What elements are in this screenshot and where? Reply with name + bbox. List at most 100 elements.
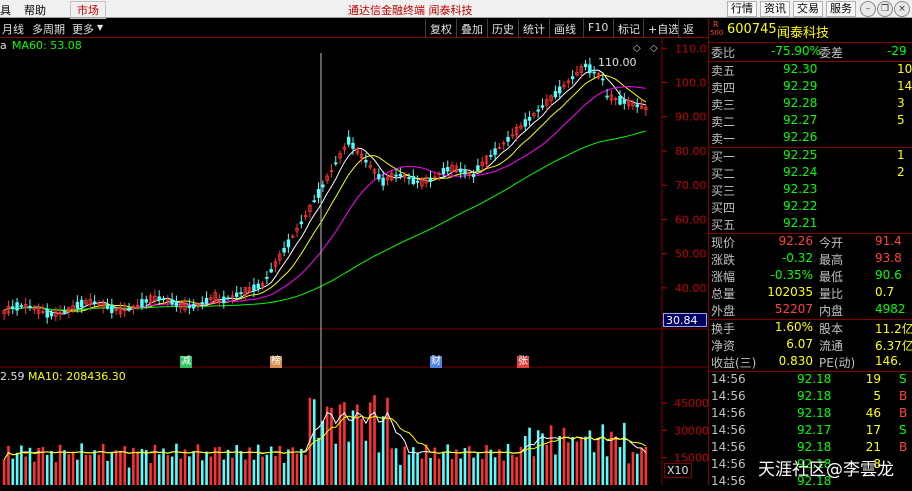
- f10-button[interactable]: F10: [583, 19, 612, 38]
- mark-button[interactable]: 标记: [613, 19, 644, 38]
- ask-row: 卖五 92.30 10: [709, 62, 912, 79]
- tick-row: 14:56 92.17 17 S: [709, 423, 912, 440]
- volume-bar: [80, 443, 83, 485]
- volume-bar: [24, 456, 27, 485]
- volume-bar: [356, 404, 359, 485]
- candle-body: [140, 299, 144, 307]
- volume-bar: [420, 458, 424, 485]
- ask-volume: 3: [897, 96, 905, 110]
- candle-body: [252, 284, 256, 292]
- trade-button[interactable]: 交易: [793, 1, 823, 17]
- volume-bar: [571, 437, 574, 485]
- overlay-button[interactable]: 叠加: [456, 19, 487, 38]
- bid-price[interactable]: 92.25: [783, 148, 817, 162]
- dropdown-icon[interactable]: ▼: [97, 23, 103, 32]
- event-marker-finance[interactable]: 财: [430, 356, 442, 368]
- stats-button[interactable]: 统计: [518, 19, 549, 38]
- stat-label: 外盘: [711, 304, 736, 318]
- fq-button[interactable]: 复权: [425, 19, 456, 38]
- volume-bar: [455, 449, 458, 485]
- candle-body: [407, 177, 411, 180]
- quote-button[interactable]: 行情: [727, 1, 757, 17]
- volume-bar: [601, 424, 605, 485]
- volume-bar: [631, 451, 635, 485]
- volume-bar: [192, 451, 195, 485]
- tick-price: 92.17: [797, 423, 832, 437]
- stat-value: 4982: [875, 302, 906, 316]
- stat-label: 涨跌: [711, 253, 736, 267]
- kline-chart-area[interactable]: 110.0 100.0 90.00 80.00 70.00 60.00 50.00 40.00…: [0, 38, 709, 485]
- volume-bar: [170, 456, 174, 485]
- fund-value: 0.830: [778, 354, 813, 368]
- event-marker-rise[interactable]: 张: [517, 356, 529, 368]
- volume-bar: [101, 443, 105, 485]
- minimize-icon[interactable]: –: [860, 1, 876, 17]
- candle-body: [411, 176, 415, 185]
- candle-body: [282, 247, 286, 253]
- candle-body: [618, 95, 622, 105]
- diamond-icon[interactable]: ◇: [650, 43, 658, 54]
- volume-bar: [226, 449, 230, 485]
- info-button[interactable]: 资讯: [760, 1, 790, 17]
- ask-price[interactable]: 92.29: [783, 79, 817, 93]
- ask-price[interactable]: 92.26: [783, 130, 817, 144]
- ask-price[interactable]: 92.27: [783, 113, 817, 127]
- candle-body: [471, 174, 476, 178]
- menu-tools[interactable]: 具: [0, 2, 11, 18]
- tick-price: 92.18: [797, 372, 832, 386]
- restore-icon[interactable]: ❐: [877, 1, 893, 17]
- volume-tick-label: 30000: [674, 424, 708, 437]
- bid-price[interactable]: 92.21: [783, 216, 817, 230]
- candle-body: [558, 86, 562, 94]
- stat-value: 90.6: [875, 268, 902, 282]
- volume-bar: [106, 460, 109, 485]
- service-button[interactable]: 服务: [826, 1, 856, 17]
- event-marker-rank[interactable]: 榜: [270, 356, 282, 368]
- history-button[interactable]: 历史: [487, 19, 518, 38]
- kline-chart[interactable]: 110.0 100.0 90.00 80.00 70.00 60.00 50.00 40.00…: [0, 38, 709, 485]
- candle-body: [588, 64, 592, 74]
- ask-price[interactable]: 92.28: [783, 96, 817, 110]
- bid-price[interactable]: 92.23: [783, 182, 817, 196]
- event-marker-reduce[interactable]: 减: [180, 356, 192, 368]
- volume-bar: [256, 444, 260, 485]
- bid-label: 买一: [711, 150, 736, 164]
- volume-bar: [584, 436, 587, 485]
- volume-bar: [88, 454, 92, 485]
- tick-time: 14:56: [711, 372, 746, 386]
- back-button[interactable]: 返回: [678, 19, 708, 52]
- volume-bar: [446, 444, 450, 485]
- close-icon[interactable]: ×: [894, 1, 910, 17]
- ask-price[interactable]: 92.30: [783, 62, 817, 76]
- diamond-icon[interactable]: ◇: [633, 43, 641, 54]
- volume-bar: [2, 459, 6, 485]
- volume-bar: [231, 457, 234, 485]
- tick-row: 14:56 92.18 19 S: [709, 372, 912, 389]
- menu-help[interactable]: 帮助: [24, 2, 46, 18]
- candle-body: [428, 177, 433, 182]
- price-tick-label: 80.00: [675, 145, 707, 158]
- draw-button[interactable]: 画线: [549, 19, 580, 38]
- bid-price[interactable]: 92.24: [783, 165, 817, 179]
- period-selector[interactable]: 月线: [2, 21, 24, 37]
- volume-bar: [252, 459, 256, 485]
- ask-label: 卖一: [711, 132, 736, 146]
- volume-bar: [424, 444, 428, 485]
- volume-bar: [627, 463, 630, 485]
- volume-bar: [300, 448, 303, 485]
- volume-bar: [317, 437, 320, 485]
- zoom-factor[interactable]: X10: [664, 463, 692, 478]
- r-badge-sub: 500: [710, 29, 724, 37]
- more-button[interactable]: 更多: [72, 21, 94, 37]
- stat-label: 今开: [819, 236, 844, 250]
- quote-panel: 委比 -75.90% 委差 -29 卖五 92.30 10 卖四 92.29 14 卖…: [708, 43, 912, 488]
- menu-market[interactable]: 市场: [70, 1, 106, 19]
- fundamental-row: 净资 6.07 流通 6.37亿: [709, 337, 912, 354]
- bid-price[interactable]: 92.22: [783, 199, 817, 213]
- stat-label: 涨幅: [711, 270, 736, 284]
- weibi-label: 委比: [711, 46, 736, 60]
- multi-period-button[interactable]: 多周期: [32, 21, 65, 37]
- fund-value: 146.: [875, 354, 902, 368]
- fund-value: 11.2亿: [875, 322, 912, 336]
- candle-body: [235, 292, 239, 297]
